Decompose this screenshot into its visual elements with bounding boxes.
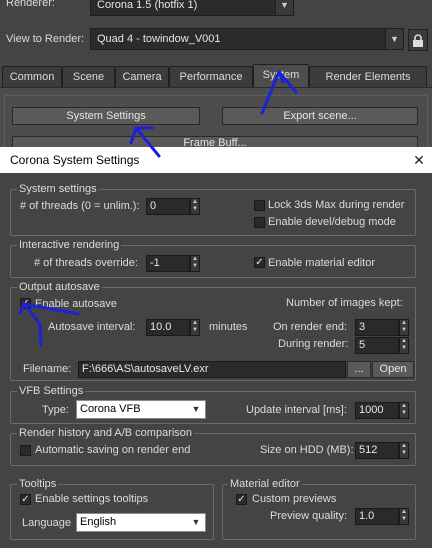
on-render-end-spinner-arrows[interactable]: ▲ ▼ [399,319,409,336]
custom-previews-label: Custom previews [252,493,337,505]
dialog-title: Corona System Settings [10,153,140,167]
on-render-end-label: On render end: [273,321,347,333]
system-settings-title: System settings [17,183,99,195]
output-autosave-title: Output autosave [17,281,102,293]
system-settings-button-label: System Settings [66,110,146,122]
render-history-title: Render history and A/B comparison [17,427,195,439]
devel-mode-checkbox[interactable] [254,217,265,228]
interactive-rendering-title: Interactive rendering [17,239,122,251]
renderer-label: Renderer: [6,0,55,9]
custom-previews-checkbox[interactable]: ✓ [236,494,247,505]
renderer-dropdown[interactable]: Corona 1.5 (hotfix 1) ▼ [90,0,294,16]
automatic-saving-checkbox[interactable] [20,445,31,456]
renderer-value: Corona 1.5 (hotfix 1) [97,0,198,11]
tab-performance-label: Performance [179,71,243,83]
preview-quality-label: Preview quality: [270,510,348,522]
threads-spinner-arrows[interactable]: ▲ ▼ [190,198,200,215]
threads-override-input[interactable]: -1 [146,255,190,272]
threads-override-label: # of threads override: [34,257,138,269]
threads-input[interactable]: 0 [146,198,190,215]
tab-system[interactable]: System [253,64,309,88]
update-interval-input[interactable]: 1000 [355,402,399,419]
chevron-down-icon: ▼ [191,404,201,414]
vfb-type-value: Corona VFB [80,403,141,415]
tooltips-title: Tooltips [17,478,59,490]
browse-button[interactable]: ... [347,361,371,378]
tab-system-label: System [262,69,300,81]
tab-render-elements-label: Render Elements [325,71,411,83]
lock-icon [413,34,423,47]
chevron-down-icon: ▼ [385,29,403,49]
during-render-spinner-arrows[interactable]: ▲ ▼ [399,337,409,354]
autosave-interval-spinner-arrows[interactable]: ▲ ▼ [190,319,200,336]
enable-tooltips-checkbox[interactable]: ✓ [20,494,31,505]
preview-quality-input[interactable]: 1.0 [355,508,399,525]
automatic-saving-label: Automatic saving on render end [35,444,191,456]
export-scene-button[interactable]: Export scene... [222,107,418,125]
enable-material-editor-label: Enable material editor [268,257,376,269]
lock-3dsmax-checkbox[interactable] [254,200,265,211]
tab-scene-label: Scene [72,71,105,83]
update-interval-label: Update interval [ms]: [246,404,347,416]
tab-camera[interactable]: Camera [115,66,169,87]
during-render-input[interactable]: 5 [355,337,399,354]
autosave-interval-input[interactable]: 10.0 [146,319,190,336]
view-to-render-dropdown[interactable]: Quad 4 - towindow_V001 ▼ [90,28,404,50]
on-render-end-input[interactable]: 3 [355,319,399,336]
chevron-down-icon: ▼ [275,0,293,15]
during-render-label: During render: [278,338,349,350]
vfb-settings-title: VFB Settings [17,385,86,397]
lock-button[interactable] [408,29,428,51]
export-scene-button-label: Export scene... [283,110,357,122]
view-to-render-label: View to Render: [6,33,85,45]
autosave-interval-label: Autosave interval: [48,321,136,333]
enable-tooltips-label: Enable settings tooltips [35,493,149,505]
vfb-type-label: Type: [42,404,69,416]
preview-quality-spinner-arrows[interactable]: ▲ ▼ [399,508,409,525]
threads-override-spinner-arrows[interactable]: ▲ ▼ [190,255,200,272]
filename-label: Filename: [23,363,72,375]
chevron-down-icon: ▼ [191,517,201,527]
devel-mode-label: Enable devel/debug mode [268,216,396,228]
tab-common[interactable]: Common [2,66,62,87]
enable-autosave-checkbox[interactable]: ✓ [20,298,31,309]
images-kept-label: Number of images kept: [286,297,403,309]
size-on-hdd-input[interactable]: 512 [355,442,399,459]
dialog-titlebar: Corona System Settings ✕ [0,147,432,173]
size-on-hdd-label: Size on HDD (MB): [260,444,354,456]
language-value: English [80,516,117,528]
filename-input[interactable]: F:\666\AS\autosaveLV.exr [78,361,346,378]
enable-material-editor-checkbox[interactable]: ✓ [254,257,265,268]
tab-render-elements[interactable]: Render Elements [309,66,427,87]
enable-autosave-label: Enable autosave [35,298,117,310]
open-button[interactable]: Open [372,361,414,378]
system-settings-button[interactable]: System Settings [12,107,200,125]
language-label: Language [22,517,71,529]
vfb-type-select[interactable]: Corona VFB ▼ [76,400,206,419]
lock-3dsmax-label: Lock 3ds Max during render [268,199,405,211]
tab-common-label: Common [9,71,55,83]
view-to-render-value: Quad 4 - towindow_V001 [97,33,221,45]
language-select[interactable]: English ▼ [76,513,206,532]
update-interval-spinner-arrows[interactable]: ▲ ▼ [399,402,409,419]
tab-scene[interactable]: Scene [62,66,115,87]
threads-label: # of threads (0 = unlim.): [20,200,140,212]
tab-performance[interactable]: Performance [169,66,253,87]
close-icon[interactable]: ✕ [408,149,430,171]
size-on-hdd-spinner-arrows[interactable]: ▲ ▼ [399,442,409,459]
tab-camera-label: Camera [122,71,162,83]
material-editor-title: Material editor [228,478,302,490]
minutes-label: minutes [209,321,248,333]
